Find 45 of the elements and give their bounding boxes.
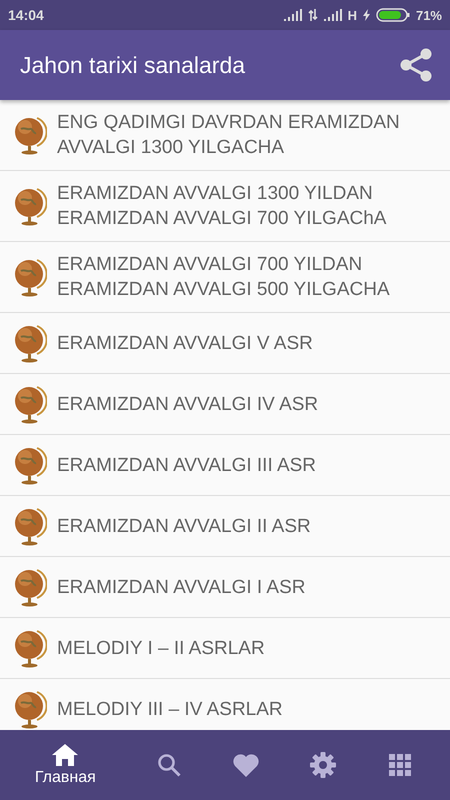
globe-icon [13, 257, 47, 297]
list-item[interactable]: ERAMIZDAN AVVALGI III ASR [0, 435, 450, 496]
list-item[interactable]: ERAMIZDAN AVVALGI I ASR [0, 557, 450, 618]
list-item-text: ERAMIZDAN AVVALGI 700 YILDAN ERAMIZDAN AVVALGI 500 YILGACHA [57, 253, 390, 302]
list-item-text: ERAMIZDAN AVVALGI V ASR [57, 332, 313, 356]
globe-icon [13, 628, 47, 668]
network-type: H [348, 8, 357, 22]
globe-icon [13, 506, 47, 546]
list-item[interactable]: ERAMIZDAN AVVALGI IV ASR [0, 374, 450, 435]
list-item-text: ERAMIZDAN AVVALGI I ASR [57, 576, 306, 600]
globe-icon [13, 115, 47, 155]
list-item-text: ERAMIZDAN AVVALGI III ASR [57, 454, 316, 478]
list-item[interactable]: ERAMIZDAN AVVALGI II ASR [0, 496, 450, 557]
list-item-text: ERAMIZDAN AVVALGI 1300 YILDAN ERAMIZDAN AVVALGI 700 YILGAChA [57, 182, 386, 231]
heart-icon [232, 754, 259, 776]
share-icon[interactable] [400, 48, 432, 82]
list-item[interactable]: ERAMIZDAN AVVALGI 700 YILDAN ERAMIZDAN AVVALGI 500 YILGACHA [0, 242, 450, 313]
globe-icon [13, 323, 47, 363]
nav-tab[interactable]: Главная [0, 730, 131, 800]
list-item-text: ENG QADIMGI DAVRDAN ERAMIZDAN AVVALGI 1300 YILGACHA [57, 111, 400, 160]
list-item[interactable]: ERAMIZDAN AVVALGI V ASR [0, 313, 450, 374]
data-arrows-icon [308, 9, 318, 21]
list-item-text: ERAMIZDAN AVVALGI IV ASR [57, 392, 318, 416]
list-item-text: MELODIY I – II ASRLAR [57, 636, 265, 660]
globe-icon [13, 445, 47, 485]
signal-icon [324, 9, 342, 21]
app-title: Jahon tarixi sanalarda [20, 52, 246, 78]
nav-label: Главная [34, 768, 96, 786]
grid-icon [388, 754, 411, 776]
globe-icon [13, 689, 47, 729]
globe-icon [13, 384, 47, 424]
list-item[interactable]: ENG QADIMGI DAVRDAN ERAMIZDAN AVVALGI 1300 YILGACHA [0, 100, 450, 171]
list-item[interactable]: ERAMIZDAN AVVALGI 1300 YILDAN ERAMIZDAN AVVALGI 700 YILGAChA [0, 171, 450, 242]
home-icon [52, 744, 78, 766]
globe-icon [13, 567, 47, 607]
list-item-text: MELODIY III – IV ASRLAR [57, 698, 283, 722]
battery-percent: 71% [416, 8, 442, 22]
signal-icon [284, 9, 302, 21]
search-icon [157, 753, 182, 777]
charging-icon [362, 9, 370, 21]
battery-icon [376, 8, 410, 22]
globe-icon [13, 186, 47, 226]
list-item-text: ERAMIZDAN AVVALGI II ASR [57, 514, 311, 538]
list-item[interactable]: MELODIY I – II ASRLAR [0, 618, 450, 679]
status-time: 14:04 [8, 7, 44, 23]
